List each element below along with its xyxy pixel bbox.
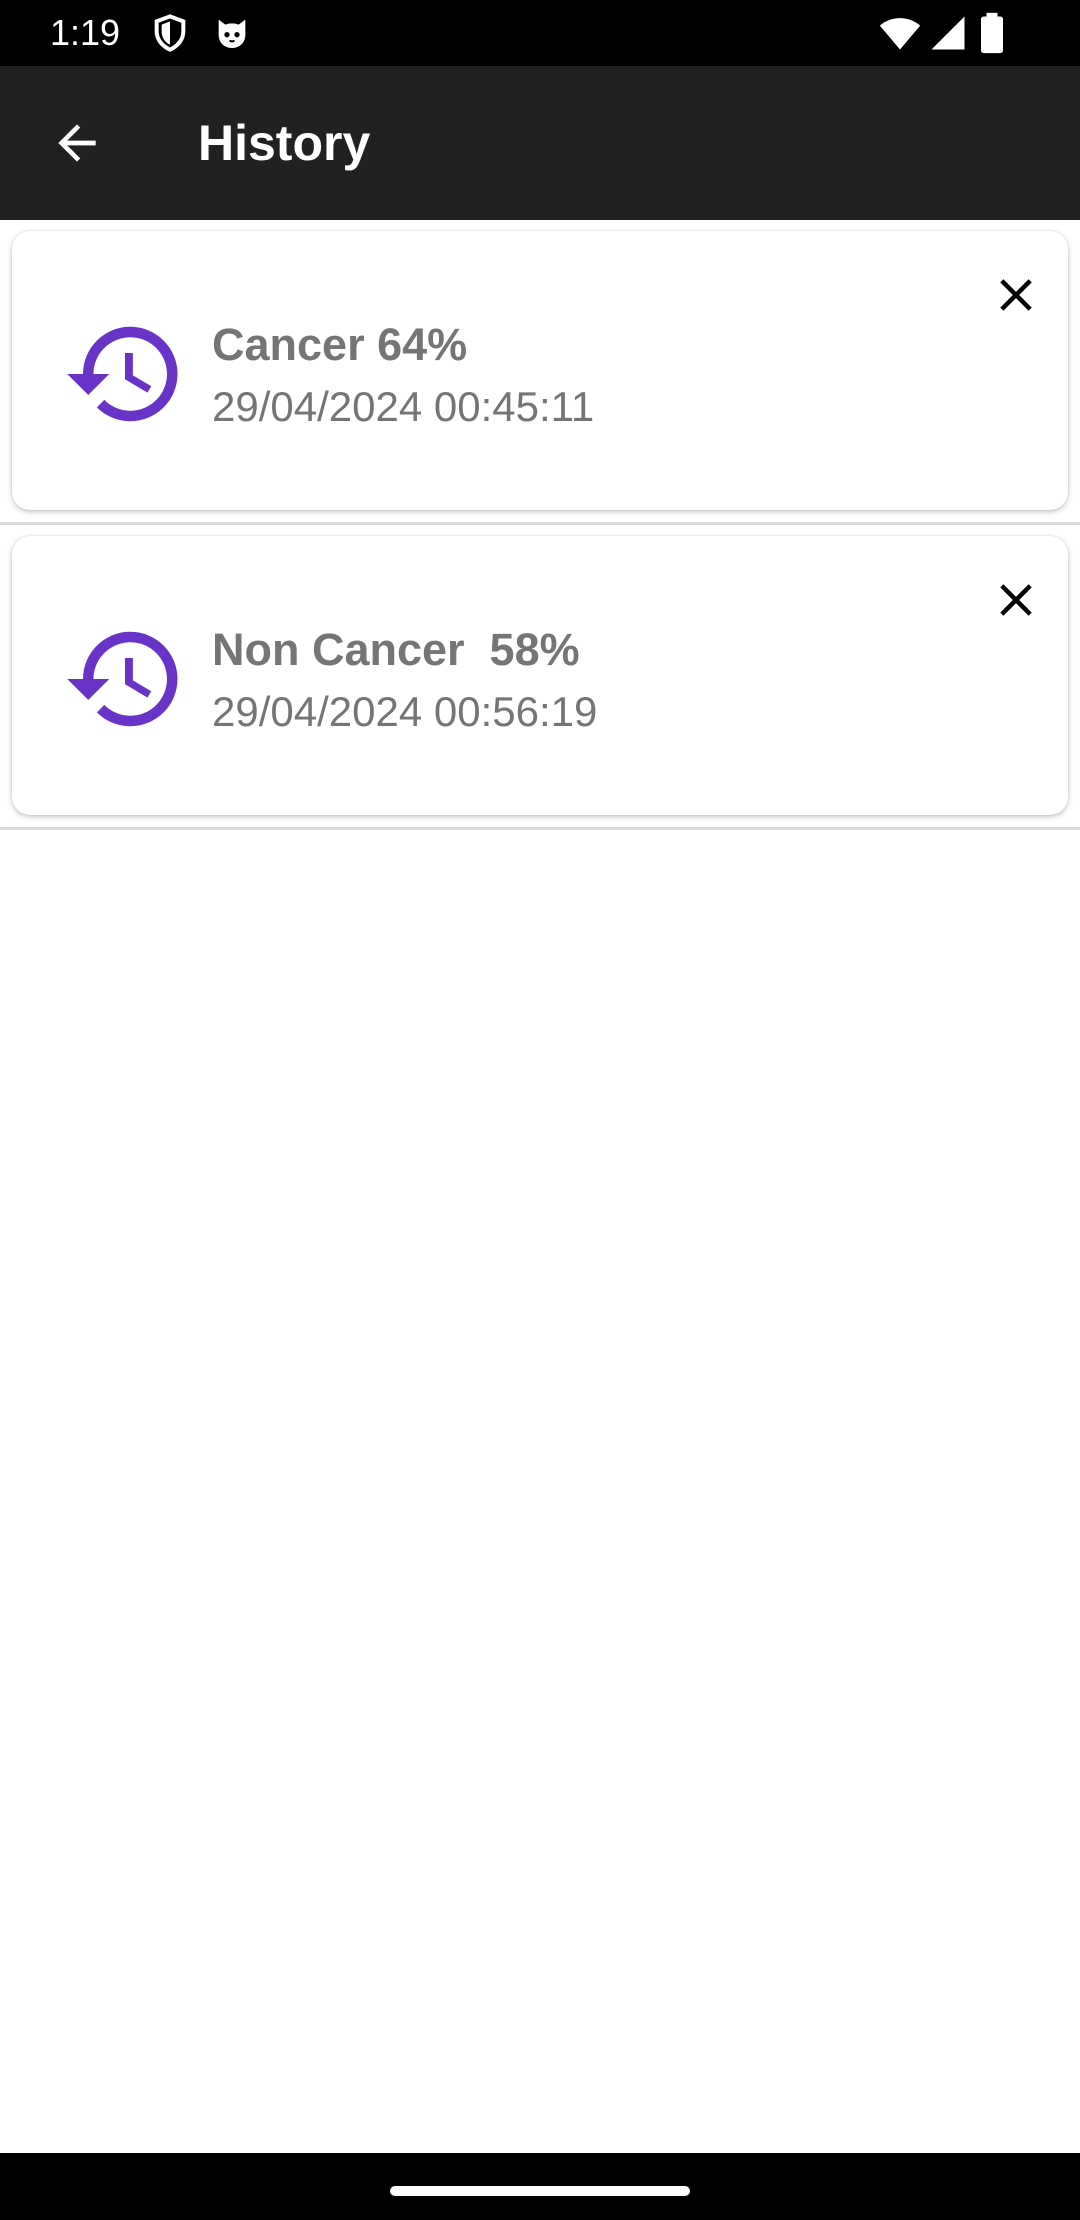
history-card[interactable]: Non Cancer 58% 29/04/2024 00:56:19 xyxy=(12,536,1068,815)
status-bar: 1:19 xyxy=(0,0,1080,66)
history-screen: 1:19 History Cancer 64% 29/04/2024 00:45… xyxy=(0,0,1080,2220)
history-item-date: 29/04/2024 00:56:19 xyxy=(212,688,598,735)
battery-icon xyxy=(981,12,1003,54)
list-item: Cancer 64% 29/04/2024 00:45:11 xyxy=(0,220,1080,525)
history-item-title: Cancer 64% xyxy=(212,319,468,370)
cat-face-icon xyxy=(218,19,246,48)
history-clock-icon xyxy=(67,326,178,422)
history-card[interactable]: Cancer 64% 29/04/2024 00:45:11 xyxy=(12,231,1068,510)
arrow-back-icon xyxy=(58,124,96,162)
delete-button[interactable] xyxy=(980,564,1052,636)
list-item: Non Cancer 58% 29/04/2024 00:56:19 xyxy=(0,525,1080,830)
back-button[interactable] xyxy=(36,102,118,184)
history-item-date: 29/04/2024 00:45:11 xyxy=(212,383,595,430)
history-list: Cancer 64% 29/04/2024 00:45:11 Non Cance… xyxy=(0,220,1080,830)
history-clock-icon xyxy=(67,631,178,727)
close-icon xyxy=(1000,279,1032,311)
close-icon xyxy=(1000,584,1032,616)
shield-icon xyxy=(154,14,186,52)
app-bar: History xyxy=(0,66,1080,220)
row-divider xyxy=(0,827,1080,830)
delete-button[interactable] xyxy=(980,259,1052,331)
signal-icon xyxy=(931,16,965,50)
status-time: 1:19 xyxy=(50,12,121,53)
page-title: History xyxy=(198,115,371,171)
history-item-title: Non Cancer 58% xyxy=(212,624,580,675)
wifi-icon xyxy=(879,18,921,50)
home-gesture-handle[interactable] xyxy=(390,2186,690,2196)
navigation-bar xyxy=(0,2153,1080,2220)
